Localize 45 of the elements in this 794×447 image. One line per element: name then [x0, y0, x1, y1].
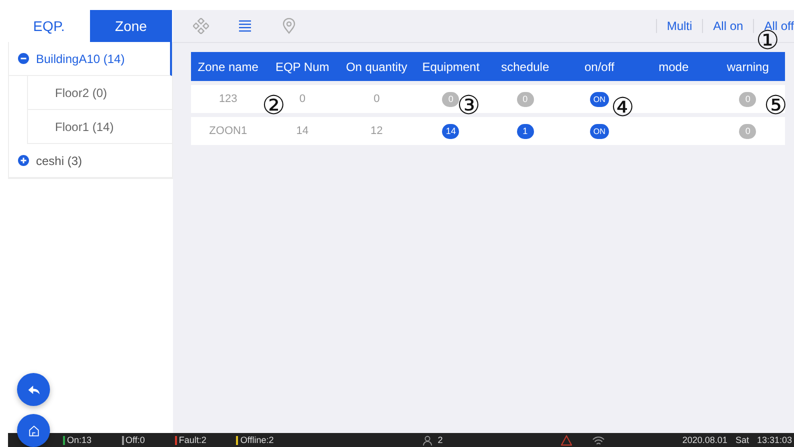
- tree-item[interactable]: Floor2 (0): [27, 76, 172, 110]
- warning-icon: [560, 434, 572, 446]
- callout-number: ⑤: [764, 95, 788, 117]
- callout-number: ②: [262, 95, 286, 117]
- table-cell-text: 14: [295, 125, 310, 137]
- column-header: on/off: [583, 60, 616, 74]
- wifi-icon: [592, 434, 605, 446]
- column-header: EQP Num: [274, 60, 330, 74]
- count-badge[interactable]: 1: [516, 124, 534, 138]
- action-link[interactable]: Multi: [656, 19, 692, 33]
- user-icon: [422, 434, 433, 446]
- action-link[interactable]: All on: [702, 19, 744, 33]
- home-icon: [26, 424, 40, 438]
- table-cell-text: 0: [298, 93, 306, 105]
- power-toggle[interactable]: ON: [590, 92, 609, 106]
- table-cell-text: 0: [372, 93, 381, 105]
- tree-item[interactable]: BuildingA10 (14): [9, 42, 172, 76]
- weekday-text: Sat: [735, 435, 749, 445]
- time-text: 13:31:03: [756, 435, 792, 445]
- column-header: On quantity: [344, 60, 408, 74]
- count-badge[interactable]: 14: [442, 124, 460, 138]
- table-cell-text: ZOON1: [208, 125, 248, 137]
- callout-number: ③: [457, 95, 480, 117]
- status-count: Fault:2: [178, 435, 206, 445]
- column-header: mode: [658, 60, 690, 74]
- list-icon[interactable]: [237, 18, 253, 34]
- table-cell-text: 12: [370, 125, 384, 137]
- tree-item[interactable]: ceshi (3): [9, 144, 172, 178]
- collapse-icon[interactable]: [18, 53, 29, 64]
- callout-number: ①: [756, 30, 780, 52]
- tree-item[interactable]: Floor1 (14): [27, 110, 172, 144]
- column-header: schedule: [500, 60, 550, 74]
- date-text: 2020.08.01: [682, 435, 728, 445]
- user-count: 2: [438, 435, 443, 445]
- callout-number: ④: [611, 97, 634, 119]
- status-count: Off:0: [126, 435, 145, 445]
- column-header: Zone name: [196, 60, 260, 74]
- status-count: Offline:2: [240, 435, 274, 445]
- column-header: Equipment: [421, 60, 481, 74]
- expand-icon[interactable]: [18, 155, 29, 166]
- tab[interactable]: Zone: [90, 10, 172, 42]
- column-header: warning: [726, 60, 770, 74]
- power-toggle[interactable]: ON: [590, 124, 609, 138]
- table-cell-text: 123: [218, 93, 238, 105]
- status-count: On:13: [67, 435, 92, 445]
